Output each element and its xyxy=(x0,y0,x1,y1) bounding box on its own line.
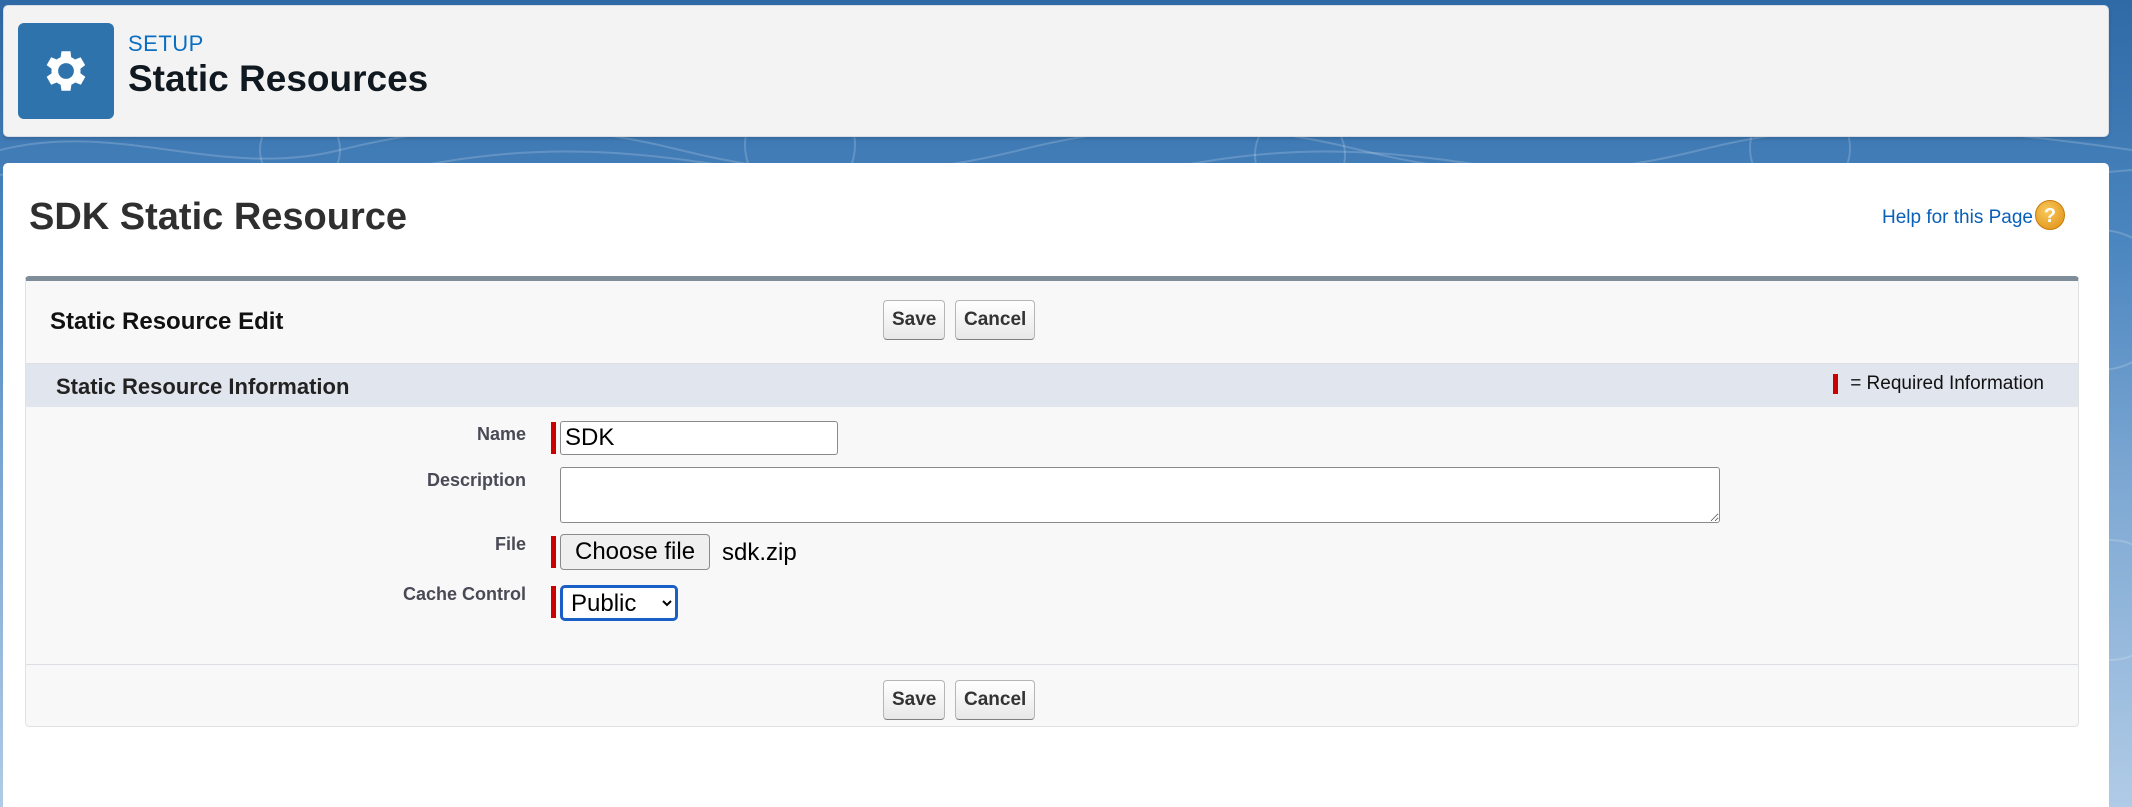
main-panel: SDK Static Resource Help for this Page ?… xyxy=(3,163,2109,807)
section-header: Static Resource Information = Required I… xyxy=(26,363,2078,407)
setup-header: SETUP Static Resources xyxy=(3,5,2109,137)
section-title: Static Resource Information xyxy=(56,374,350,399)
block-title: Static Resource Edit xyxy=(50,308,284,335)
selected-file-name: sdk.zip xyxy=(722,539,797,566)
help-for-page-link[interactable]: Help for this Page xyxy=(1882,207,2033,229)
static-resource-edit-block: Static Resource Edit Save Cancel Static … xyxy=(25,276,2079,727)
cache-control-required-marker xyxy=(551,586,556,618)
bottom-divider xyxy=(26,664,2078,665)
header-title: Static Resources xyxy=(128,58,429,99)
file-required-marker xyxy=(551,536,556,568)
file-label: File xyxy=(494,534,526,554)
save-button-top[interactable]: Save xyxy=(883,300,946,340)
choose-file-button[interactable]: Choose file xyxy=(560,534,711,570)
breadcrumb-setup[interactable]: SETUP xyxy=(128,31,204,57)
cancel-button-bottom[interactable]: Cancel xyxy=(955,680,1036,720)
required-marker-icon xyxy=(1833,374,1839,394)
name-input[interactable] xyxy=(560,421,838,455)
setup-app-icon xyxy=(18,23,114,119)
cache-control-label: Cache Control xyxy=(402,584,526,604)
help-icon[interactable]: ? xyxy=(2035,200,2065,230)
gear-icon xyxy=(46,51,86,91)
cache-control-select[interactable]: Public xyxy=(560,585,678,621)
description-label: Description xyxy=(426,470,526,490)
page-title: SDK Static Resource xyxy=(29,196,408,238)
required-legend-text: = Required Information xyxy=(1850,373,2044,394)
name-label: Name xyxy=(476,424,526,444)
name-required-marker xyxy=(551,422,556,454)
required-legend: = Required Information xyxy=(1833,373,2044,395)
save-button-bottom[interactable]: Save xyxy=(883,680,946,720)
description-textarea[interactable] xyxy=(560,467,1720,523)
cancel-button-top[interactable]: Cancel xyxy=(955,300,1036,340)
